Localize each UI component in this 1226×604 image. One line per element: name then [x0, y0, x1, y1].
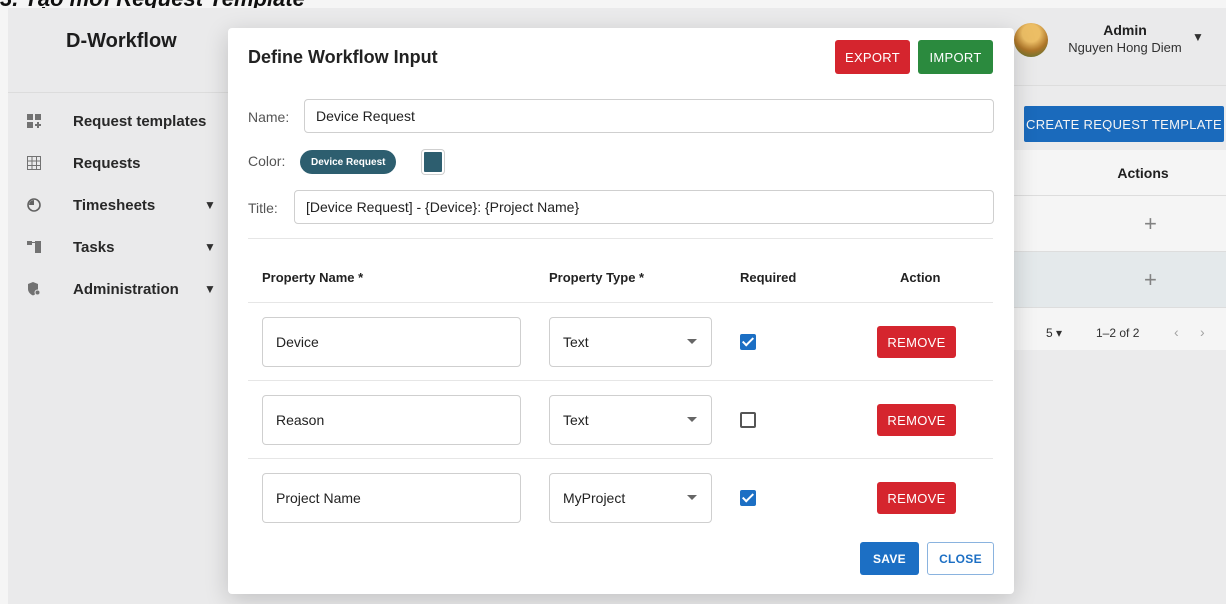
- property-type-select[interactable]: MyProject: [549, 473, 712, 523]
- title-field[interactable]: [Device Request] - {Device}: {Project Na…: [294, 190, 994, 224]
- property-type-select[interactable]: Text: [549, 317, 712, 367]
- close-button[interactable]: CLOSE: [927, 542, 994, 575]
- title-label: Title:: [248, 200, 278, 216]
- row-divider: [248, 380, 993, 381]
- remove-button[interactable]: REMOVE: [877, 326, 956, 358]
- name-field[interactable]: Device Request: [304, 99, 994, 133]
- column-header-required: Required: [740, 270, 797, 285]
- name-label: Name:: [248, 109, 290, 125]
- row-divider: [248, 458, 993, 459]
- export-button[interactable]: EXPORT: [835, 40, 910, 74]
- caret-down-icon: [687, 417, 697, 422]
- row-divider: [248, 302, 993, 303]
- property-type-value: Text: [563, 334, 589, 350]
- section-divider: [248, 238, 993, 239]
- required-checkbox[interactable]: [740, 490, 756, 506]
- caret-down-icon: [687, 339, 697, 344]
- import-button[interactable]: IMPORT: [918, 40, 993, 74]
- save-button[interactable]: SAVE: [860, 542, 919, 575]
- color-picker-swatch[interactable]: [422, 150, 444, 174]
- column-header-property-name: Property Name *: [262, 270, 364, 285]
- required-checkbox[interactable]: [740, 334, 756, 350]
- property-type-value: Text: [563, 412, 589, 428]
- column-header-property-type: Property Type *: [549, 270, 645, 285]
- remove-button[interactable]: REMOVE: [877, 482, 956, 514]
- property-type-select[interactable]: Text: [549, 395, 712, 445]
- color-preview-chip: Device Request: [300, 150, 397, 174]
- property-name-input[interactable]: Device: [262, 317, 521, 367]
- caret-down-icon: [687, 495, 697, 500]
- property-name-input[interactable]: Project Name: [262, 473, 521, 523]
- required-checkbox[interactable]: [740, 412, 756, 428]
- property-name-input[interactable]: Reason: [262, 395, 521, 445]
- remove-button[interactable]: REMOVE: [877, 404, 956, 436]
- dialog-title: Define Workflow Input: [248, 47, 438, 67]
- property-type-value: MyProject: [563, 490, 626, 506]
- column-header-action: Action: [900, 270, 941, 285]
- define-workflow-input-dialog: Define Workflow Input EXPORT IMPORT Name…: [228, 28, 1014, 594]
- color-label: Color:: [248, 153, 286, 169]
